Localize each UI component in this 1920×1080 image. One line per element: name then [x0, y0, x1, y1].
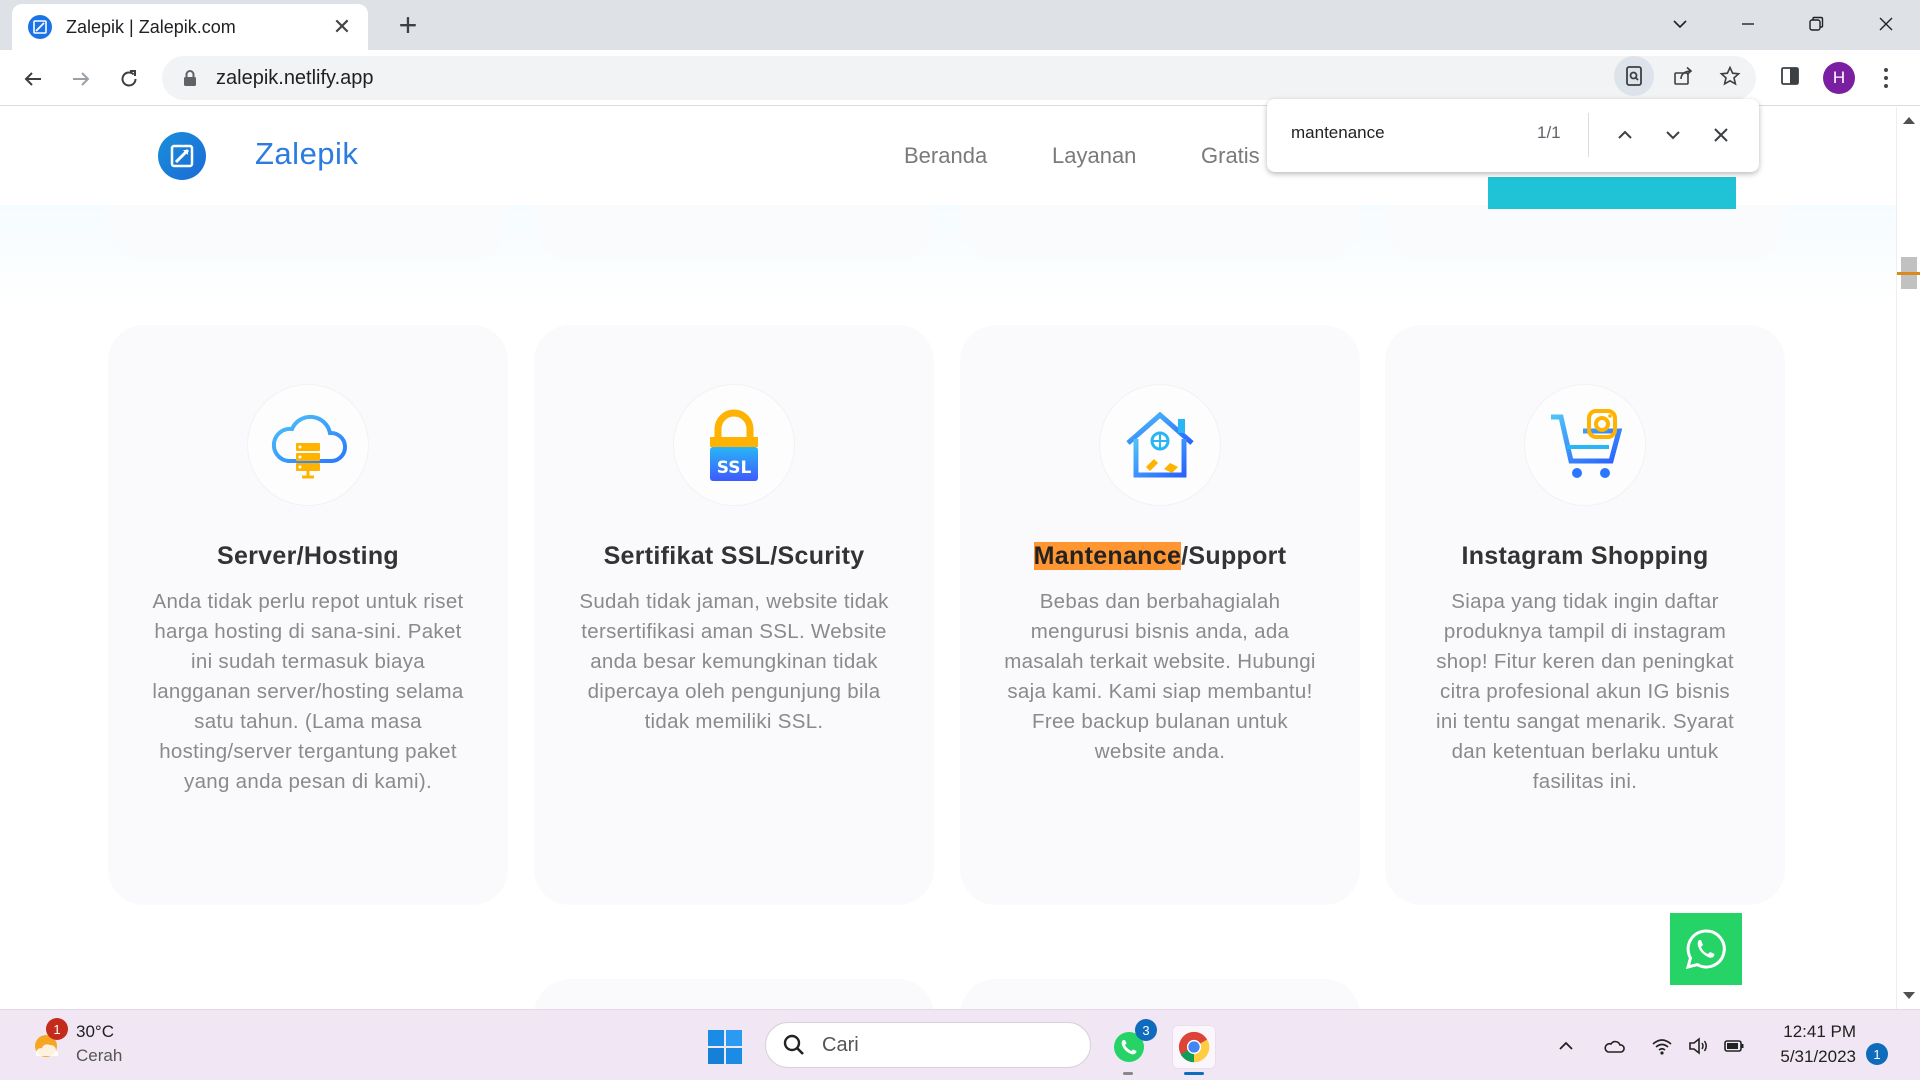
page-viewport: Zalepik Beranda Layanan Gratis Server/Ho…: [0, 107, 1896, 1009]
notification-badge[interactable]: 1: [1866, 1043, 1888, 1065]
minimize-button[interactable]: [1718, 6, 1778, 42]
next-card: [960, 979, 1360, 1009]
tab-close-icon[interactable]: ✕: [330, 15, 354, 39]
weather-badge: 1: [46, 1018, 68, 1040]
find-close-icon[interactable]: [1707, 121, 1735, 149]
find-previous-icon[interactable]: [1611, 121, 1639, 149]
tab-search-chevron-icon[interactable]: [1650, 6, 1710, 42]
close-window-button[interactable]: [1856, 6, 1916, 42]
forward-arrow-icon[interactable]: [64, 62, 98, 96]
find-divider: [1588, 113, 1589, 157]
browser-menu-icon[interactable]: [1876, 62, 1896, 94]
site-brand[interactable]: Zalepik: [255, 136, 358, 172]
new-tab-button[interactable]: +: [390, 8, 426, 44]
lock-icon: [184, 70, 196, 86]
reload-icon[interactable]: [112, 62, 146, 96]
service-title: Server/Hosting: [216, 542, 400, 570]
weather-temperature[interactable]: 30°C: [76, 1022, 114, 1042]
zalepik-logo-icon[interactable]: [158, 132, 206, 180]
instagram-cart-icon: [1525, 385, 1645, 505]
taskbar-chrome[interactable]: [1172, 1025, 1216, 1075]
browser-tab-strip: Zalepik | Zalepik.com ✕ +: [0, 0, 1920, 50]
house-repair-icon: [1100, 385, 1220, 505]
share-icon[interactable]: [1663, 56, 1703, 96]
service-title: Instagram Shopping: [1461, 542, 1709, 570]
windows-taskbar: 1 30°C Cerah Cari 3 12:41 PM 5/31/2023 1: [0, 1009, 1920, 1080]
whatsapp-float-button[interactable]: [1670, 913, 1742, 985]
service-description: Siapa yang tidak ingin daftar produknya …: [1436, 590, 1734, 793]
volume-icon[interactable]: [1686, 1035, 1710, 1057]
scroll-up-arrow-icon[interactable]: [1903, 117, 1915, 124]
side-panel-icon[interactable]: [1770, 56, 1810, 96]
bookmark-star-icon[interactable]: [1710, 56, 1750, 96]
show-hidden-icons-chevron-icon[interactable]: [1554, 1035, 1578, 1057]
service-description: Bebas dan berbahagialah mengurusi bisnis…: [1004, 590, 1316, 763]
nav-link-beranda[interactable]: Beranda: [904, 143, 987, 169]
service-card-maintenance: Mantenance/Support Bebas dan berbahagial…: [960, 325, 1360, 905]
wifi-icon[interactable]: [1650, 1035, 1674, 1057]
back-arrow-icon[interactable]: [16, 62, 50, 96]
service-title: Sertifikat SSL/Scurity: [603, 542, 865, 570]
browser-tab[interactable]: Zalepik | Zalepik.com ✕: [12, 4, 368, 50]
url-text: zalepik.netlify.app: [216, 66, 374, 89]
profile-avatar[interactable]: H: [1823, 62, 1855, 94]
svg-text:SSL: SSL: [717, 458, 752, 478]
app-active-indicator: [1184, 1072, 1204, 1075]
windows-start-icon[interactable]: [707, 1029, 743, 1065]
browser-toolbar: zalepik.netlify.app H: [0, 50, 1920, 106]
clock-time[interactable]: 12:41 PM: [1783, 1022, 1856, 1042]
service-card-ssl: SSL Sertifikat SSL/Scurity Sudah tidak j…: [534, 325, 934, 905]
service-title: Mantenance/Support: [960, 542, 1360, 571]
search-icon: [783, 1034, 804, 1055]
service-description: Sudah tidak jaman, website tidak tersert…: [579, 590, 889, 733]
find-bar: mantenance 1/1: [1267, 99, 1759, 172]
restore-button[interactable]: [1786, 6, 1846, 42]
nav-link-gratis[interactable]: Gratis: [1201, 143, 1260, 169]
find-input[interactable]: mantenance: [1291, 123, 1385, 143]
address-bar[interactable]: zalepik.netlify.app: [162, 56, 1756, 100]
page-scrollbar[interactable]: [1896, 107, 1920, 1009]
service-card-instagram-shopping: Instagram Shopping Siapa yang tidak ingi…: [1385, 325, 1785, 905]
zalepik-favicon-icon: [28, 15, 52, 39]
service-title-rest: /Support: [1181, 542, 1287, 570]
chrome-icon: [1178, 1031, 1210, 1063]
whatsapp-icon: [1685, 929, 1726, 970]
find-in-page-icon[interactable]: [1614, 56, 1654, 96]
battery-icon[interactable]: [1722, 1035, 1746, 1057]
search-placeholder: Cari: [822, 1033, 859, 1056]
find-result-marker: [1897, 272, 1920, 275]
whatsapp-badge: 3: [1135, 1019, 1157, 1041]
cloud-server-icon: [248, 385, 368, 505]
weather-description[interactable]: Cerah: [76, 1046, 122, 1066]
scroll-down-arrow-icon[interactable]: [1903, 992, 1915, 999]
find-highlight: Mantenance: [1033, 542, 1182, 570]
clock-date[interactable]: 5/31/2023: [1780, 1047, 1856, 1067]
onedrive-cloud-icon[interactable]: [1602, 1035, 1626, 1057]
service-card-server-hosting: Server/Hosting Anda tidak perlu repot un…: [108, 325, 508, 905]
nav-link-layanan[interactable]: Layanan: [1052, 143, 1136, 169]
header-cta-button[interactable]: [1488, 177, 1736, 209]
app-running-indicator: [1123, 1072, 1133, 1075]
tab-title: Zalepik | Zalepik.com: [66, 16, 236, 37]
taskbar-search[interactable]: Cari: [765, 1022, 1091, 1068]
ssl-lock-icon: SSL: [674, 385, 794, 505]
taskbar-whatsapp[interactable]: 3: [1107, 1019, 1157, 1075]
next-card: [534, 979, 934, 1009]
find-match-count: 1/1: [1537, 123, 1561, 142]
find-next-icon[interactable]: [1659, 121, 1687, 149]
service-description: Anda tidak perlu repot untuk riset harga…: [152, 590, 464, 793]
